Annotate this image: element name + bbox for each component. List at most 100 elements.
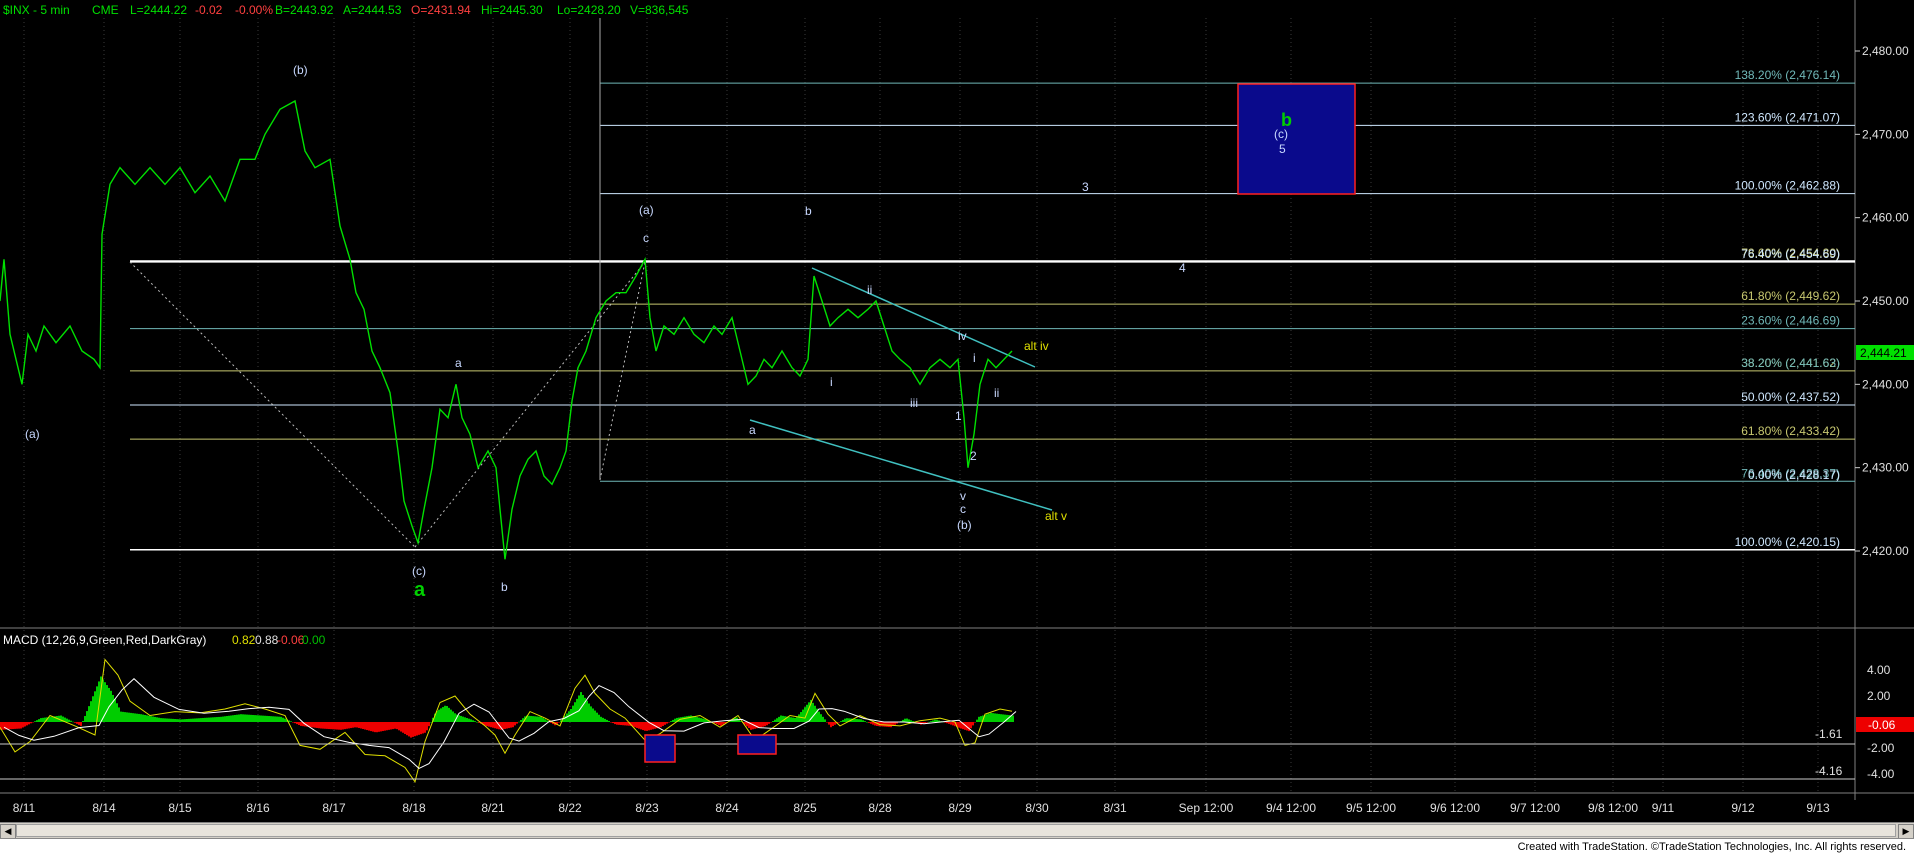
macd-histogram-bar: [490, 722, 492, 728]
macd-histogram-bar: [144, 714, 146, 722]
wave-label: ii: [994, 386, 999, 400]
macd-histogram-bar: [30, 722, 32, 724]
macd-histogram-bar: [378, 722, 380, 732]
scroll-right-button[interactable]: ▶: [1898, 824, 1914, 839]
macd-histogram-bar: [116, 703, 118, 722]
target-box: [1237, 83, 1356, 195]
macd-histogram-bar: [222, 716, 224, 722]
macd-histogram-bar: [298, 722, 300, 725]
macd-histogram-bar: [110, 690, 112, 722]
date-tick-label: 8/31: [1103, 801, 1127, 815]
macd-histogram-bar: [368, 722, 370, 731]
macd-histogram-bar: [82, 720, 84, 722]
macd-histogram-bar: [664, 722, 666, 725]
fib-level-label: 100.00% (2,420.15): [1735, 535, 1840, 549]
macd-histogram-bar: [236, 714, 238, 722]
macd-histogram-bar: [358, 722, 360, 728]
macd-histogram-bar: [704, 719, 706, 722]
macd-histogram-bar: [374, 722, 376, 733]
macd-histogram-bar: [696, 717, 698, 722]
wave-label: (b): [957, 518, 972, 532]
wave-label: 3: [1082, 180, 1089, 194]
macd-histogram-bar: [170, 718, 172, 722]
wave-label: i: [973, 351, 976, 365]
macd-histogram-bar: [132, 713, 134, 722]
macd-histogram-bar: [804, 707, 806, 722]
macd-box-1: [644, 734, 676, 763]
date-tick-label: 8/23: [635, 801, 659, 815]
macd-histogram-bar: [720, 722, 722, 726]
macd-histogram-bar: [334, 722, 336, 730]
fib-level-label: 100.00% (2,462.88): [1735, 179, 1840, 193]
date-tick-label: 8/25: [793, 801, 817, 815]
macd-histogram-bar: [812, 702, 814, 722]
macd-histogram-bar: [414, 722, 416, 737]
macd-value-4: 0.00: [302, 633, 326, 647]
price-tick-label: 2,440.00: [1862, 377, 1909, 391]
macd-histogram-bar: [760, 722, 762, 728]
macd-histogram-bar: [972, 722, 974, 726]
macd-level-1-label: -1.61: [1815, 727, 1843, 741]
macd-histogram-bar: [168, 718, 170, 722]
macd-tick-label: -4.00: [1867, 767, 1895, 781]
change-value: -0.02: [195, 3, 223, 17]
macd-histogram-bar: [196, 718, 198, 722]
wave-label: 4: [1179, 261, 1186, 275]
macd-histogram-bar: [324, 722, 326, 729]
macd-histogram-bar: [86, 711, 88, 722]
macd-histogram-bar: [582, 694, 584, 722]
macd-histogram-bar: [998, 713, 1000, 722]
macd-value-3: -0.06: [277, 633, 305, 647]
macd-histogram-bar: [262, 715, 264, 722]
macd-histogram-bar: [394, 722, 396, 729]
macd-histogram-bar: [536, 716, 538, 722]
macd-histogram-bar: [408, 722, 410, 737]
macd-histogram-bar: [472, 720, 474, 722]
macd-histogram-bar: [444, 705, 446, 722]
macd-value-1: 0.82: [232, 633, 256, 647]
wave-label: (a): [25, 427, 40, 441]
volume-value: V=836,545: [630, 3, 689, 17]
macd-histogram-bar: [828, 722, 830, 725]
macd-histogram-bar: [604, 718, 606, 722]
macd-histogram-bar: [68, 719, 70, 722]
macd-histogram-bar: [934, 719, 936, 722]
macd-histogram-bar: [280, 716, 282, 722]
low-value: Lo=2428.20: [557, 3, 621, 17]
fib-level-label: 50.00% (2,437.52): [1741, 390, 1840, 404]
macd-histogram-bar: [620, 722, 622, 726]
macd-histogram-bar: [152, 716, 154, 722]
horizontal-scrollbar[interactable]: ◀ ▶: [0, 822, 1914, 839]
macd-histogram-bar: [506, 722, 508, 729]
macd-histogram-bar: [294, 722, 296, 724]
macd-histogram-bar: [120, 711, 122, 722]
macd-histogram-bar: [438, 709, 440, 722]
macd-histogram-bar: [888, 722, 890, 728]
price-tick-label: 2,450.00: [1862, 294, 1909, 308]
macd-histogram-bar: [716, 722, 718, 725]
macd-histogram-bar: [494, 722, 496, 729]
macd-histogram-bar: [134, 713, 136, 722]
macd-histogram-bar: [532, 716, 534, 722]
macd-histogram-bar: [364, 722, 366, 730]
macd-histogram-bar: [826, 722, 828, 723]
macd-histogram-bar: [366, 722, 368, 731]
macd-histogram-bar: [410, 722, 412, 738]
macd-histogram-bar: [594, 710, 596, 722]
macd-histogram-bar: [244, 714, 246, 722]
macd-histogram-bar: [376, 722, 378, 733]
macd-histogram-bar: [136, 713, 138, 722]
macd-histogram-bar: [258, 715, 260, 722]
macd-histogram-bar: [384, 722, 386, 731]
macd-histogram-bar: [416, 722, 418, 736]
macd-histogram-bar: [952, 722, 954, 726]
macd-histogram-bar: [72, 721, 74, 723]
date-tick-label: 8/11: [13, 801, 36, 815]
date-tick-label: 9/7 12:00: [1510, 801, 1560, 815]
scroll-left-button[interactable]: ◀: [0, 824, 16, 839]
fib-level-label: 123.60% (2,471.07): [1735, 110, 1840, 124]
scroll-thumb[interactable]: [16, 824, 1896, 837]
macd-histogram-bar: [172, 718, 174, 722]
macd-histogram-bar: [448, 707, 450, 722]
macd-histogram-bar: [854, 718, 856, 722]
